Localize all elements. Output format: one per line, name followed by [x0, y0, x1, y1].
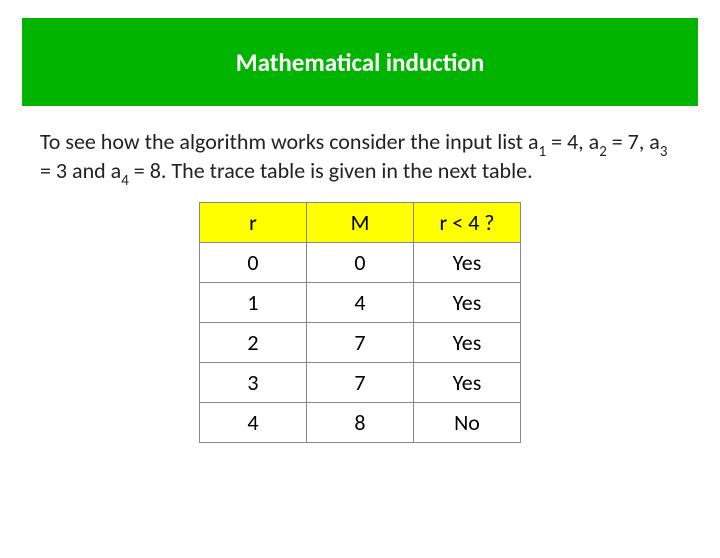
table-row: 3 7 Yes — [200, 362, 521, 402]
table-row: 1 4 Yes — [200, 282, 521, 322]
cell-cond: No — [414, 402, 521, 442]
cell-cond: Yes — [414, 242, 521, 282]
para-text-1: = 4, a — [546, 128, 599, 155]
sub-4: 4 — [121, 172, 129, 190]
col-header-r: r — [200, 202, 307, 242]
cell-r: 4 — [200, 402, 307, 442]
para-text-3: = 3 and a — [40, 157, 121, 184]
trace-table: r M r < 4 ? 0 0 Yes 1 4 Yes 2 7 Yes 3 7 … — [199, 202, 521, 443]
table-row: 0 0 Yes — [200, 242, 521, 282]
sub-3: 3 — [660, 143, 668, 161]
cell-r: 1 — [200, 282, 307, 322]
cell-m: 7 — [307, 362, 414, 402]
para-text-2: = 7, a — [607, 128, 660, 155]
table-header-row: r M r < 4 ? — [200, 202, 521, 242]
table-row: 2 7 Yes — [200, 322, 521, 362]
cell-r: 2 — [200, 322, 307, 362]
cell-cond: Yes — [414, 282, 521, 322]
body-paragraph: To see how the algorithm works consider … — [40, 130, 680, 188]
cell-m: 8 — [307, 402, 414, 442]
col-header-cond: r < 4 ? — [414, 202, 521, 242]
sub-2: 2 — [599, 143, 607, 161]
cell-m: 0 — [307, 242, 414, 282]
cell-m: 7 — [307, 322, 414, 362]
title-banner: Mathematical induction — [22, 18, 698, 106]
cell-m: 4 — [307, 282, 414, 322]
cell-r: 0 — [200, 242, 307, 282]
sub-1: 1 — [539, 143, 547, 161]
para-text-4: = 8. The trace table is given in the nex… — [129, 157, 533, 184]
cell-r: 3 — [200, 362, 307, 402]
col-header-m: M — [307, 202, 414, 242]
cell-cond: Yes — [414, 362, 521, 402]
table-row: 4 8 No — [200, 402, 521, 442]
cell-cond: Yes — [414, 322, 521, 362]
para-text-0: To see how the algorithm works consider … — [40, 128, 539, 155]
slide-title: Mathematical induction — [236, 47, 485, 78]
